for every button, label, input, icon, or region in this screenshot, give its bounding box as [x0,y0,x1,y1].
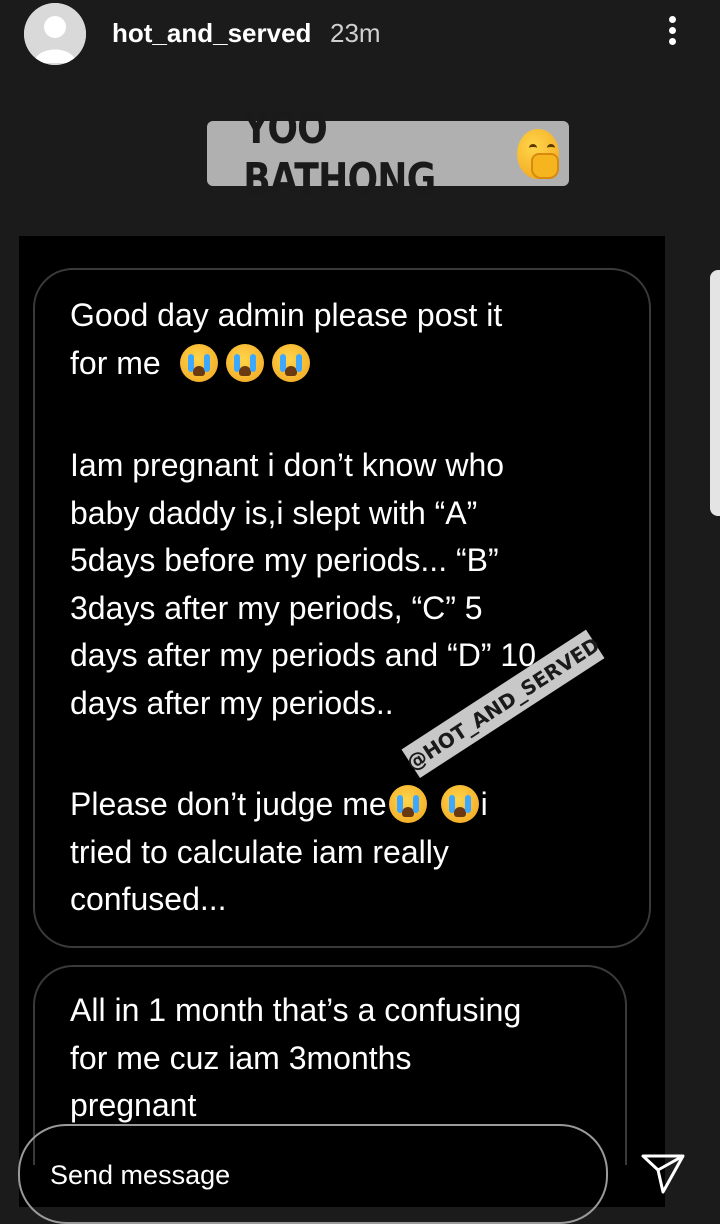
send-message-input[interactable]: Send message [18,1124,608,1224]
avatar-placeholder-icon [24,3,86,65]
message-line: tried to calculate iam really [70,833,449,870]
crying-emoji-icon [179,343,218,382]
message-line: 5days before my periods... “B” [70,542,499,578]
crying-emoji-icon [271,343,310,382]
message-line-text: Please don’t judge me [70,786,387,822]
sticker-text: YOO BATHONG [243,102,436,205]
message-text: Iam pregnant i don’t know who baby daddy… [70,442,536,727]
message-line: 3days after my periods, “C” 5 [70,589,483,626]
message-line: baby daddy is,i slept with “A” [70,494,478,531]
title-sticker: YOO BATHONG [207,103,569,205]
post-time: 23m [330,18,381,48]
hand-over-mouth-emoji-icon [517,128,560,179]
send-icon[interactable] [640,1150,686,1196]
message-line: All in 1 month that’s a confusing [70,992,522,1028]
side-handle[interactable] [710,270,720,516]
username[interactable]: hot_and_served [112,18,311,49]
crying-emoji-icon [388,785,427,823]
message-text: Good day admin please post it for me [70,292,502,387]
crying-emoji-icon [440,785,479,823]
message-line: for me [70,340,502,388]
crying-emoji-icon [225,343,264,382]
story-header: hot_and_served 23m [0,0,720,70]
message-screenshot: Good day admin please post it for me Iam… [19,236,665,1207]
message-line: Iam pregnant i don’t know who [70,447,505,483]
message-line: confused... [70,881,227,917]
message-line: for me cuz iam 3months [70,1039,412,1076]
message-line: pregnant [70,1087,197,1123]
message-text: All in 1 month that’s a confusing for me… [70,987,521,1130]
send-message-placeholder: Send message [50,1160,231,1190]
message-line: Please don’t judge me i [70,781,488,829]
message-line: Good day admin please post it [70,297,503,333]
message-line-text: for me [70,344,161,381]
avatar[interactable] [24,3,86,65]
more-vertical-icon[interactable] [660,12,684,52]
message-line-text: i [480,786,488,822]
message-line: days after my periods and “D” 10 [70,637,536,673]
message-text: Please don’t judge me i tried to calculat… [70,781,488,924]
